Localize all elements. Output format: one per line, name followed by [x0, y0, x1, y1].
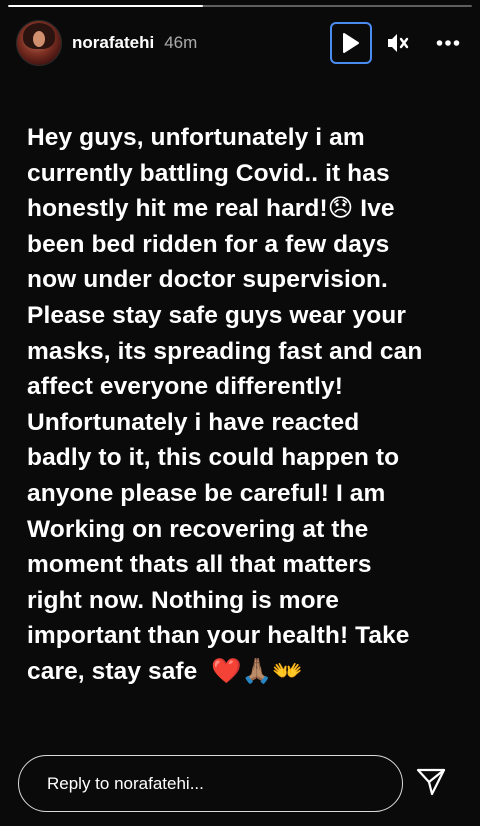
story-viewer: norafatehi 46m Hey guys, unfortunately i… [0, 0, 480, 826]
timestamp: 46m [164, 33, 198, 52]
play-button[interactable] [330, 22, 372, 64]
story-text-line: affect everyone differently! [27, 373, 343, 401]
story-text-line: masks, its spreading fast and can [27, 337, 423, 365]
mute-button[interactable] [380, 25, 416, 61]
reply-bar[interactable] [18, 755, 403, 812]
send-icon [416, 768, 446, 796]
story-header: norafatehi 46m [16, 20, 466, 66]
more-options-button[interactable] [430, 25, 466, 61]
story-text-line: currently battling Covid.. it has [27, 159, 390, 187]
story-text-line: Unfortunately i have reacted [27, 408, 360, 436]
username[interactable]: norafatehi [72, 33, 154, 53]
play-icon [343, 33, 359, 53]
story-text-line: Hey guys, unfortunately i am [27, 124, 365, 151]
story-text-line: important than your health! Take [27, 622, 410, 650]
story-text-line: care, stay safe ❤️🙏🏽👐 [27, 657, 304, 685]
story-text-line: Working on recovering at the [27, 515, 369, 543]
story-text-line: honestly hit me real hard!😞 Ive [27, 195, 395, 223]
story-progress-bar [8, 5, 472, 7]
story-progress-fill [8, 5, 203, 7]
more-horizontal-icon [436, 40, 460, 46]
avatar[interactable] [16, 20, 62, 66]
volume-muted-icon [388, 34, 409, 52]
story-text-line: badly to it, this could happen to [27, 444, 400, 472]
story-text-line: moment thats all that matters [27, 551, 372, 579]
story-text-line: been bed ridden for a few days [27, 230, 390, 258]
story-text: Hey guys, unfortunately i am currently ba… [27, 120, 462, 690]
story-text-line: right now. Nothing is more [27, 586, 340, 614]
story-text-line: now under doctor supervision. [27, 266, 388, 294]
story-text-line: anyone please be careful! I am [27, 479, 386, 507]
reply-input[interactable] [45, 772, 379, 795]
story-text-line: Please stay safe guys wear your [27, 301, 406, 329]
send-button[interactable] [414, 765, 448, 799]
